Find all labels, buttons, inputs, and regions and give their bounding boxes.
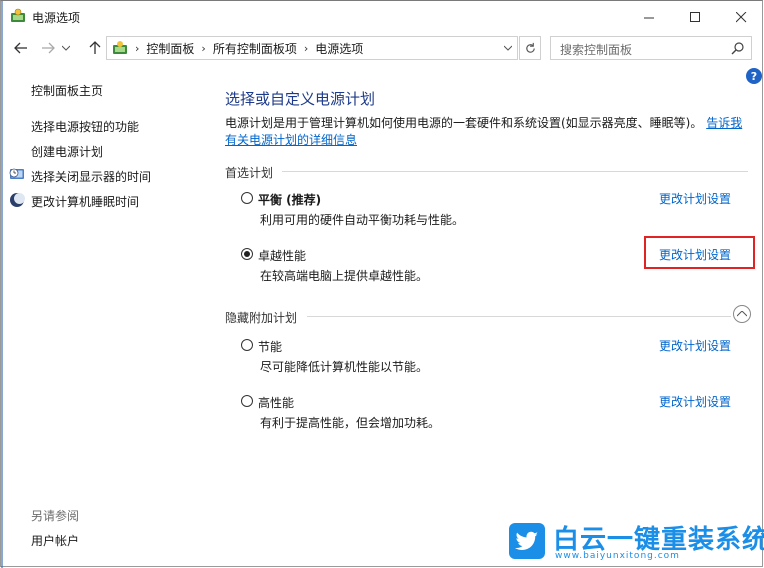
moon-icon	[10, 193, 25, 207]
watermark-url: www.baiyunxitong.com	[555, 551, 680, 561]
breadcrumb-separator-icon: ›	[135, 41, 140, 55]
collapse-button[interactable]	[733, 305, 751, 323]
sidebar-item-power-button[interactable]: 选择电源按钮的功能	[31, 118, 139, 135]
help-button[interactable]: ?	[746, 68, 762, 84]
search-icon	[731, 42, 744, 55]
sidebar-item-create-plan[interactable]: 创建电源计划	[31, 143, 103, 160]
address-history-button[interactable]	[499, 37, 517, 59]
plan-description: 在较高端电脑上提供卓越性能。	[260, 269, 429, 283]
plan-description: 尽可能降低计算机性能以节能。	[260, 360, 429, 374]
plan-name[interactable]: 平衡 (推荐)	[258, 191, 321, 208]
sidebar-item-display-off[interactable]: 选择关闭显示器的时间	[31, 168, 151, 185]
plan-radio[interactable]	[241, 192, 253, 204]
navigation-bar: › 控制面板 › 所有控制面板项 › 电源选项 搜索控制面板	[1, 34, 762, 62]
change-plan-settings-link[interactable]: 更改计划设置	[659, 393, 731, 410]
sidebar-item-home[interactable]: 控制面板主页	[31, 82, 103, 99]
watermark: 白云一键重装系统 www.baiyunxitong.com	[509, 521, 764, 567]
section-divider	[307, 316, 731, 317]
section-divider	[282, 171, 748, 172]
arrow-up-icon	[89, 41, 101, 54]
change-plan-settings-link[interactable]: 更改计划设置	[659, 246, 731, 263]
page-title: 选择或自定义电源计划	[225, 90, 376, 108]
breadcrumb-all-items[interactable]: 所有控制面板项	[213, 40, 297, 57]
twitter-bird-icon	[515, 531, 538, 550]
breadcrumb-control-panel[interactable]: 控制面板	[146, 40, 194, 57]
recent-locations-button[interactable]	[59, 38, 73, 58]
back-button[interactable]	[11, 38, 31, 58]
plan-radio[interactable]	[241, 339, 253, 351]
breadcrumb-power-options[interactable]: 电源选项	[315, 40, 363, 57]
control-panel-icon	[113, 41, 127, 54]
monitor-icon	[9, 168, 24, 179]
breadcrumb-separator-icon[interactable]: ›	[201, 42, 205, 55]
chevron-down-icon	[504, 45, 512, 51]
see-also-heading: 另请参阅	[31, 509, 80, 523]
plan-name[interactable]: 节能	[258, 338, 282, 355]
up-button[interactable]	[85, 38, 105, 58]
forward-button[interactable]	[38, 38, 58, 58]
plan-description: 利用可用的硬件自动平衡功耗与性能。	[260, 213, 465, 227]
arrow-right-icon	[42, 42, 55, 54]
power-options-icon	[11, 8, 25, 22]
user-accounts-link[interactable]: 用户帐户	[31, 532, 79, 549]
arrow-left-icon	[14, 42, 27, 54]
page-description: 电源计划是用于管理计算机如何使用电源的一套硬件和系统设置(如显示器亮度、睡眠等)…	[225, 115, 751, 149]
address-bar[interactable]: › 控制面板 › 所有控制面板项 › 电源选项	[106, 36, 518, 60]
sidebar: 控制面板主页 选择电源按钮的功能 创建电源计划 选择关闭显示器的时间 更改计算机…	[1, 63, 211, 568]
close-icon	[735, 11, 746, 22]
change-plan-settings-link[interactable]: 更改计划设置	[659, 337, 731, 354]
chevron-up-icon	[737, 311, 747, 317]
bird-logo-icon	[509, 523, 545, 559]
plan-name[interactable]: 高性能	[258, 394, 294, 411]
window-title: 电源选项	[32, 11, 81, 25]
refresh-button[interactable]	[519, 36, 541, 60]
plan-radio-selected[interactable]	[241, 248, 253, 260]
preferred-plans-heading: 首选计划	[225, 166, 274, 180]
close-button[interactable]	[718, 1, 764, 33]
breadcrumb-separator-icon[interactable]: ›	[304, 42, 308, 55]
plan-name[interactable]: 卓越性能	[258, 247, 306, 264]
title-bar: 电源选项	[1, 1, 762, 33]
plan-radio[interactable]	[241, 395, 253, 407]
refresh-icon	[525, 42, 535, 53]
sidebar-item-sleep-time[interactable]: 更改计算机睡眠时间	[31, 193, 139, 210]
change-plan-settings-link[interactable]: 更改计划设置	[659, 190, 731, 207]
description-text: 电源计划是用于管理计算机如何使用电源的一套硬件和系统设置(如显示器亮度、睡眠等)…	[225, 116, 703, 130]
minimize-button[interactable]	[626, 1, 672, 33]
search-box[interactable]: 搜索控制面板	[550, 36, 752, 60]
maximize-button[interactable]	[672, 1, 718, 33]
window: 电源选项 › 控制面板 › 所有控制面板项 › 电源选项 搜索控制面板 ? 控制…	[0, 0, 764, 568]
hidden-plans-heading: 隐藏附加计划	[225, 311, 298, 325]
search-placeholder: 搜索控制面板	[560, 43, 633, 57]
plan-description: 有利于提高性能，但会增加功耗。	[260, 416, 441, 430]
minimize-icon	[643, 17, 654, 18]
chevron-down-icon	[62, 45, 70, 51]
maximize-icon	[689, 11, 700, 22]
